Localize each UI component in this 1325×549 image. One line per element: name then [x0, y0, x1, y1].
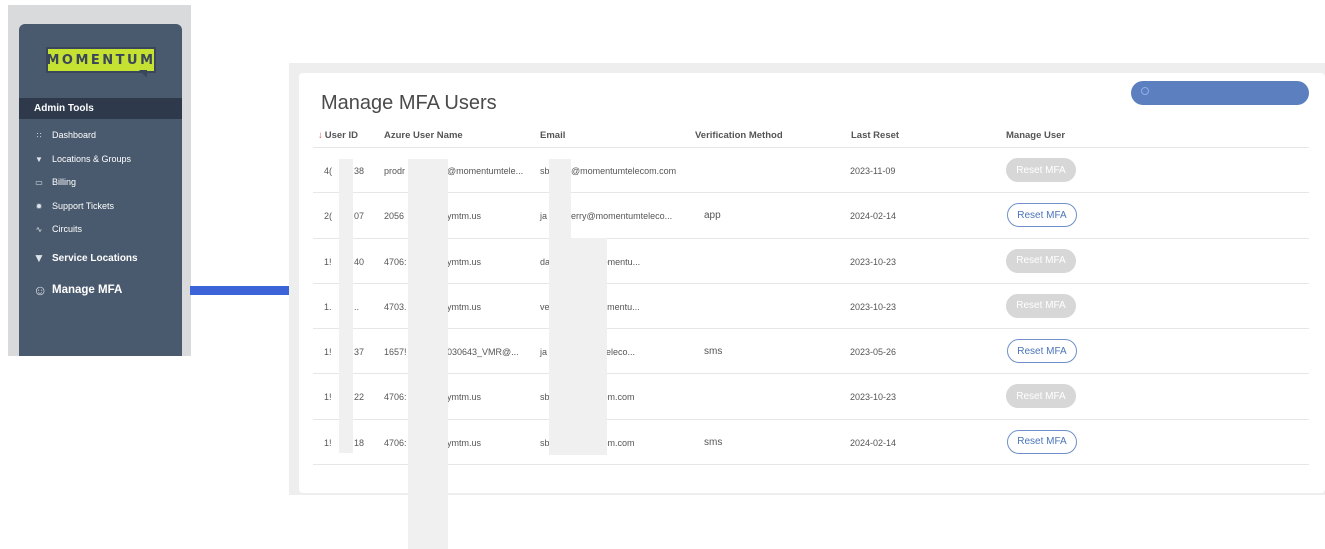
sidebar-item-circuits[interactable]: ∿ Circuits — [33, 224, 82, 234]
azure-user-name-cell-suffix: ymtm.us — [447, 211, 482, 222]
user-id-cell: 1! — [324, 256, 332, 267]
sidebar-item-label: Locations & Groups — [52, 154, 132, 164]
azure-user-name-cell-suffix: @momentumtele... — [447, 166, 524, 176]
reset-mfa-button[interactable]: Reset MFA — [1006, 384, 1076, 409]
sidebar-item-support-tickets[interactable]: ✹ Support Tickets — [33, 201, 114, 211]
azure-user-name-cell: prodr — [384, 166, 406, 176]
sidebar-item-locations-groups[interactable]: ▼ Locations & Groups — [33, 154, 131, 164]
redaction-block — [549, 159, 571, 239]
sidebar-item-label: Support Tickets — [52, 201, 115, 211]
user-id-cell: 1! — [324, 392, 332, 403]
sidebar: MOMENTUM Admin Tools ∷ Dashboard ▼ Locat… — [19, 24, 182, 356]
user-id-cell-suffix: 07 — [354, 211, 365, 222]
azure-user-name-cell-suffix: ymtm.us — [447, 437, 482, 448]
reset-mfa-button[interactable]: Reset MFA — [1007, 339, 1077, 364]
reset-mfa-button[interactable]: Reset MFA — [1006, 293, 1076, 318]
pulse-icon: ∿ — [35, 224, 43, 234]
reset-mfa-button[interactable]: Reset MFA — [1007, 203, 1077, 228]
reset-mfa-button[interactable]: Reset MFA — [1007, 429, 1077, 454]
azure-user-name-cell-suffix: ymtm.us — [447, 392, 482, 403]
sidebar-item-billing[interactable]: ▭ Billing — [33, 177, 76, 187]
verification-method-cell: sms — [704, 346, 723, 358]
column-header-manage-user: Manage User — [1006, 130, 1066, 141]
table-row: 1!224706:ymtm.ussbumtelecom.com2023-10-2… — [313, 374, 1309, 420]
user-id-cell-suffix: 18 — [354, 437, 365, 448]
redaction-block — [408, 159, 448, 549]
sort-down-icon: ↓ — [318, 130, 323, 141]
table-body: 4(38 prodr @momentumtele... sb @momentumtele… — [313, 148, 1309, 466]
table-row: 1...4703.ymtm.usveetty@momentu...2023-10… — [313, 284, 1309, 330]
last-reset-cell: 2023-11-09 — [850, 166, 896, 176]
user-id-cell: 4( — [324, 166, 333, 176]
azure-user-name-cell: 2056 — [384, 211, 405, 222]
admin-tools-heading: Admin Tools — [19, 98, 182, 119]
user-id-cell-suffix: 22 — [354, 392, 365, 403]
verification-method-cell: sms — [704, 436, 723, 448]
sidebar-item-label: Manage MFA — [52, 284, 123, 296]
column-header-azure-user-name[interactable]: Azure User Name — [384, 130, 463, 141]
last-reset-cell: 2024-02-14 — [850, 211, 897, 222]
map-pin-icon: ▼ — [33, 251, 45, 265]
azure-user-name-cell-suffix: ymtm.us — [447, 301, 482, 312]
column-header-verification-method[interactable]: Verification Method — [695, 130, 783, 141]
reset-mfa-button[interactable]: Reset MFA — [1006, 158, 1076, 182]
verification-method-cell: app — [704, 210, 721, 222]
search-input[interactable] — [1131, 81, 1309, 105]
email-cell-suffix: erry@momentumteleco... — [571, 211, 673, 222]
user-id-cell-suffix: 37 — [354, 347, 365, 358]
column-header-last-reset[interactable]: Last Reset — [851, 130, 899, 141]
azure-user-name-cell: 4706: — [384, 392, 407, 403]
sidebar-item-label: Circuits — [52, 224, 83, 234]
last-reset-cell: 2023-10-23 — [850, 256, 897, 267]
last-reset-cell: 2023-10-23 — [850, 392, 897, 403]
user-gear-icon: ☺ — [33, 282, 48, 298]
search-icon — [1141, 87, 1149, 95]
logo-tail-decoration — [139, 70, 147, 78]
email-cell: ja — [540, 211, 548, 222]
user-id-cell-suffix: 40 — [354, 256, 365, 267]
user-id-cell: 1! — [324, 437, 332, 448]
sidebar-item-service-locations[interactable]: ▼ Service Locations — [33, 251, 138, 265]
user-id-cell-suffix: 38 — [354, 166, 365, 176]
email-cell: ja — [540, 347, 548, 358]
azure-user-name-cell-suffix: 030643_VMR@... — [447, 347, 519, 358]
redaction-block — [549, 238, 607, 455]
sidebar-item-manage-mfa[interactable]: ☺ Manage MFA — [33, 282, 122, 298]
map-pin-icon: ▼ — [35, 154, 43, 164]
reset-mfa-button[interactable]: Reset MFA — [1006, 248, 1076, 273]
sidebar-item-label: Service Locations — [52, 252, 138, 264]
azure-user-name-cell: 4703. — [384, 301, 407, 312]
sidebar-item-label: Dashboard — [52, 130, 97, 140]
logo-text: MOMENTUM — [46, 52, 156, 68]
credit-card-icon: ▭ — [35, 177, 43, 187]
table-header-row: ↓ User ID Azure User Name Email Verificat… — [313, 123, 1309, 148]
user-id-cell: 1! — [324, 347, 332, 358]
user-id-cell: 1. — [324, 301, 332, 312]
column-header-user-id[interactable]: ↓ User ID — [318, 130, 358, 141]
azure-user-name-cell: 4706: — [384, 437, 407, 448]
table-row: 1!404706:ymtm.usdari@gomomentu...2023-10… — [313, 239, 1309, 284]
sidebar-item-dashboard[interactable]: ∷ Dashboard — [33, 130, 96, 140]
last-reset-cell: 2023-05-26 — [850, 347, 897, 358]
azure-user-name-cell: 1657! — [384, 347, 407, 358]
last-reset-cell: 2024-02-14 — [850, 437, 897, 448]
redaction-block — [339, 159, 353, 453]
sidebar-item-label: Billing — [52, 177, 77, 187]
table-row: 4(38 prodr @momentumtele... sb @momentumtele… — [313, 148, 1309, 194]
azure-user-name-cell-suffix: ymtm.us — [447, 256, 482, 267]
table-row: 2( 07 2056 ymtm.us ja erry@momentumteleco... a… — [313, 193, 1309, 239]
azure-user-name-cell: 4706: — [384, 256, 407, 267]
bug-icon: ✹ — [35, 201, 43, 211]
user-id-cell-suffix: .. — [354, 301, 360, 312]
last-reset-cell: 2023-10-23 — [850, 301, 897, 312]
table-row: 1!184706:ymtm.ussbumtelecom.comsms2024-0… — [313, 420, 1309, 466]
column-header-email[interactable]: Email — [540, 130, 565, 141]
mfa-users-table: ↓ User ID Azure User Name Email Verificat… — [313, 123, 1309, 466]
main-panel: Manage MFA Users ↓ User ID Azure User Nam… — [299, 73, 1325, 549]
table-row: 1!371657!030643_VMR@...jamentumteleco...… — [313, 329, 1309, 375]
grid-icon: ∷ — [36, 130, 42, 140]
user-id-cell: 2( — [324, 211, 333, 222]
email-cell-suffix: @momentumtelecom.com — [571, 166, 677, 176]
page-title: Manage MFA Users — [321, 92, 497, 114]
